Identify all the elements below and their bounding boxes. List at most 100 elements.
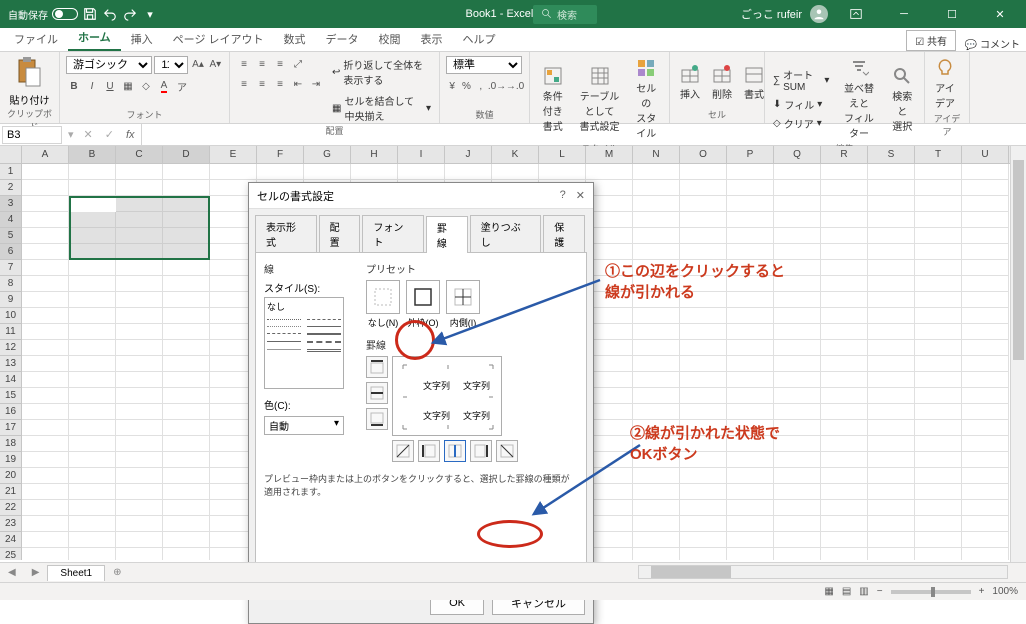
underline-button[interactable]: U <box>102 78 118 94</box>
cell[interactable] <box>962 484 1009 500</box>
cell[interactable] <box>163 244 210 260</box>
row-header[interactable]: 25 <box>0 548 22 560</box>
enter-formula-icon[interactable]: ✓ <box>99 128 120 141</box>
cell[interactable] <box>680 388 727 404</box>
cell[interactable] <box>116 340 163 356</box>
cell[interactable] <box>633 260 680 276</box>
cell[interactable] <box>821 292 868 308</box>
cell[interactable] <box>116 404 163 420</box>
cell[interactable] <box>962 388 1009 404</box>
cell[interactable] <box>69 516 116 532</box>
cell[interactable] <box>22 356 69 372</box>
cell[interactable] <box>868 404 915 420</box>
row-header[interactable]: 13 <box>0 356 22 372</box>
cell[interactable] <box>680 244 727 260</box>
cell[interactable] <box>821 356 868 372</box>
row-header[interactable]: 1 <box>0 164 22 180</box>
cell[interactable] <box>962 516 1009 532</box>
cell[interactable] <box>774 276 821 292</box>
cell[interactable] <box>915 180 962 196</box>
cell[interactable] <box>774 244 821 260</box>
cell[interactable] <box>22 548 69 560</box>
cell[interactable] <box>962 532 1009 548</box>
cell[interactable] <box>398 164 445 180</box>
cell[interactable] <box>915 452 962 468</box>
cell[interactable] <box>22 516 69 532</box>
cell[interactable] <box>163 372 210 388</box>
cell[interactable] <box>727 324 774 340</box>
cell[interactable] <box>962 308 1009 324</box>
cell[interactable] <box>915 516 962 532</box>
cell[interactable] <box>69 404 116 420</box>
cell[interactable] <box>680 516 727 532</box>
cancel-formula-icon[interactable]: ✕ <box>78 128 99 141</box>
cell[interactable] <box>633 516 680 532</box>
cell[interactable] <box>633 340 680 356</box>
cell[interactable] <box>727 196 774 212</box>
cell[interactable] <box>633 356 680 372</box>
phonetic-button[interactable]: ア <box>174 78 190 94</box>
cell[interactable] <box>821 420 868 436</box>
cell[interactable] <box>962 196 1009 212</box>
column-header[interactable]: G <box>304 146 351 163</box>
cell[interactable] <box>116 516 163 532</box>
cell[interactable] <box>22 324 69 340</box>
cell[interactable] <box>116 260 163 276</box>
wrap-text-button[interactable]: ↩ 折り返して全体を表示する <box>330 56 433 88</box>
cell[interactable] <box>22 164 69 180</box>
tab-formulas[interactable]: 数式 <box>274 27 316 51</box>
cell[interactable] <box>727 548 774 560</box>
cell[interactable] <box>915 244 962 260</box>
cell[interactable] <box>633 228 680 244</box>
formula-input[interactable] <box>141 124 1026 145</box>
cell[interactable] <box>69 500 116 516</box>
cell[interactable] <box>868 452 915 468</box>
cell[interactable] <box>915 500 962 516</box>
cell[interactable] <box>774 324 821 340</box>
cell[interactable] <box>163 228 210 244</box>
column-header[interactable]: E <box>210 146 257 163</box>
cell[interactable] <box>116 180 163 196</box>
tab-review[interactable]: 校閲 <box>369 27 411 51</box>
cell[interactable] <box>163 484 210 500</box>
cell[interactable] <box>962 452 1009 468</box>
cell[interactable] <box>116 372 163 388</box>
cell[interactable] <box>633 388 680 404</box>
zoom-slider[interactable] <box>891 590 971 594</box>
increase-font-icon[interactable]: A▴ <box>190 56 205 72</box>
cell[interactable] <box>257 164 304 180</box>
cell[interactable] <box>69 340 116 356</box>
cell[interactable] <box>915 468 962 484</box>
cell[interactable] <box>445 164 492 180</box>
cell[interactable] <box>163 404 210 420</box>
row-header[interactable]: 11 <box>0 324 22 340</box>
cell[interactable] <box>22 292 69 308</box>
cell[interactable] <box>727 356 774 372</box>
row-header[interactable]: 7 <box>0 260 22 276</box>
row-header[interactable]: 5 <box>0 228 22 244</box>
cell[interactable] <box>633 452 680 468</box>
tab-view[interactable]: 表示 <box>411 27 453 51</box>
close-icon[interactable]: ✕ <box>980 0 1020 28</box>
cell[interactable] <box>868 308 915 324</box>
cell[interactable] <box>680 500 727 516</box>
tab-home[interactable]: ホーム <box>68 25 121 51</box>
cell[interactable] <box>821 244 868 260</box>
cell[interactable] <box>821 436 868 452</box>
cell[interactable] <box>727 228 774 244</box>
cell[interactable] <box>116 452 163 468</box>
comment-button[interactable]: 💬 コメント <box>965 36 1020 51</box>
cell[interactable] <box>680 260 727 276</box>
cell[interactable] <box>774 372 821 388</box>
row-header[interactable]: 19 <box>0 452 22 468</box>
cell[interactable] <box>962 228 1009 244</box>
column-header[interactable]: Q <box>774 146 821 163</box>
percent-icon[interactable]: % <box>460 78 472 94</box>
cell[interactable] <box>680 308 727 324</box>
cell[interactable] <box>163 436 210 452</box>
row-header[interactable]: 6 <box>0 244 22 260</box>
cell[interactable] <box>915 212 962 228</box>
select-all-corner[interactable] <box>0 146 22 163</box>
cell[interactable] <box>22 420 69 436</box>
cell[interactable] <box>868 388 915 404</box>
